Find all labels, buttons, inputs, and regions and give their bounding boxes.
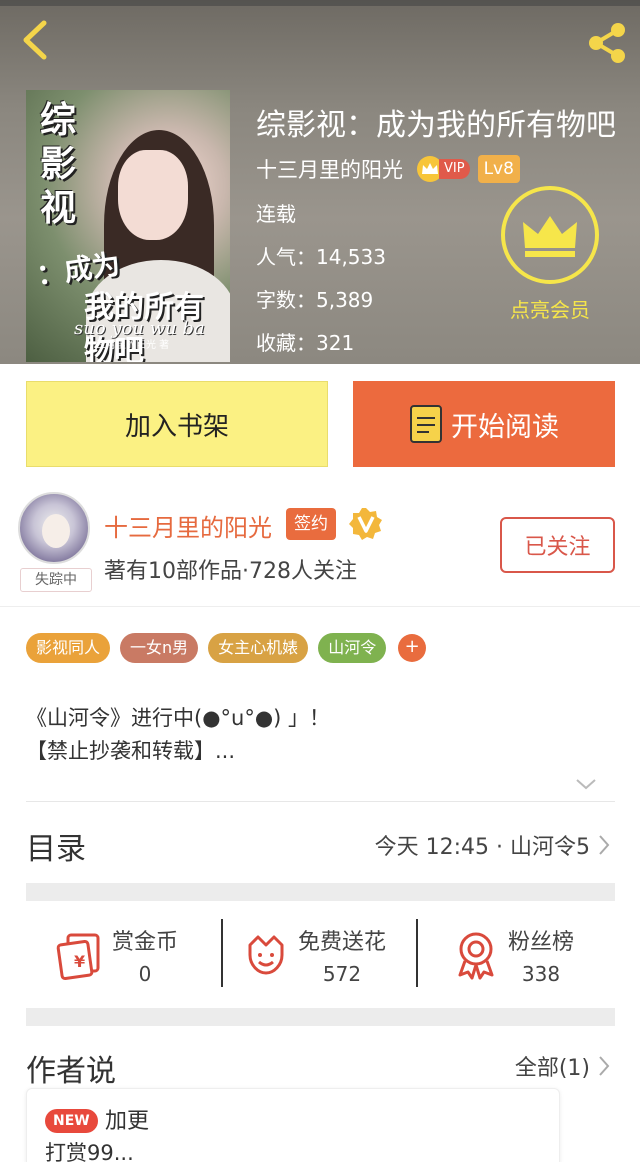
fan-ranking-label: 粉丝榜: [508, 930, 575, 955]
tag-list: 影视同人 一女n男 女主心机婊 山河令 +: [26, 633, 427, 663]
member-button[interactable]: 点亮会员: [500, 186, 600, 323]
tag-item[interactable]: 山河令: [318, 633, 387, 663]
stat-popularity-value: 14,533: [316, 245, 386, 269]
book-icon: [410, 405, 442, 443]
book-title: 综影视：成为我的所有物吧: [256, 108, 616, 143]
author-says-all-label: 全部(1): [514, 1056, 590, 1081]
coin-envelope-icon: ¥: [56, 933, 100, 981]
status-bar: [0, 0, 640, 6]
avatar: [18, 492, 90, 564]
follow-button[interactable]: 已关注: [500, 517, 615, 573]
share-icon: [589, 23, 625, 63]
catalog-latest-text: 今天 12:45 · 山河令5: [374, 835, 590, 860]
intro-line: 《山河令》进行中(●°u°●) 」！: [26, 706, 331, 730]
tag-item[interactable]: 一女n男: [120, 633, 199, 663]
flower-icon: [248, 935, 284, 975]
stat-popularity: 人气：14,533: [256, 241, 386, 270]
book-intro[interactable]: 《山河令》进行中(●°u°●) 」！ 【禁止抄袭和转载】...: [26, 702, 330, 768]
vertical-divider: [416, 919, 418, 987]
tag-item[interactable]: 影视同人: [26, 633, 111, 663]
member-label: 点亮会员: [510, 298, 590, 322]
stat-popularity-key: 人气：: [256, 245, 316, 269]
catalog-latest-chapter[interactable]: 今天 12:45 · 山河令5: [375, 829, 610, 861]
vertical-divider: [221, 919, 223, 987]
intro-line: 【禁止抄袭和转载】...: [26, 739, 236, 763]
add-to-shelf-button[interactable]: 加入书架: [26, 381, 328, 467]
fan-ranking-button[interactable]: 粉丝榜 338: [450, 915, 574, 995]
free-flowers-value: 572: [322, 962, 362, 986]
signed-badge: 签约: [286, 508, 336, 540]
cover-figure-face: [118, 150, 188, 240]
author-row: 十三月里的阳光 VIP Lv8: [256, 154, 520, 184]
tag-item[interactable]: 女主心机婊: [208, 633, 309, 663]
chevron-left-icon: [23, 20, 47, 60]
verified-icon: [349, 508, 382, 540]
author-says-card[interactable]: NEW 加更 打赏99...: [26, 1088, 560, 1162]
author-says-all-link[interactable]: 全部(1): [515, 1050, 610, 1082]
section-band: [26, 883, 615, 901]
reward-coins-value: 0: [138, 962, 152, 986]
author-avatar[interactable]: 失踪中: [18, 492, 94, 594]
stat-wordcount: 字数：5,389: [256, 284, 373, 313]
more-tags-button[interactable]: +: [398, 634, 427, 662]
reward-coins-label: 赏金币: [112, 930, 179, 955]
section-band: [26, 1008, 615, 1026]
fan-ranking-value: 338: [521, 962, 561, 986]
vip-badge: VIP: [417, 156, 470, 182]
author-says-heading: 加更: [105, 1109, 150, 1134]
catalog-title[interactable]: 目录: [26, 824, 86, 868]
new-badge: NEW: [45, 1109, 98, 1133]
chevron-right-icon: [599, 1056, 610, 1076]
vip-label: VIP: [439, 159, 470, 179]
author-info: 著有10部作品·728人关注: [104, 559, 357, 584]
expand-chevron-down-icon[interactable]: [574, 776, 598, 792]
book-header: 综影视 ：成为 我的所有物吧 suo you wu ba 十三月里的阳光 著 综…: [0, 0, 640, 364]
divider: [26, 801, 615, 802]
stat-favorites: 收藏：321: [256, 327, 354, 356]
back-button[interactable]: [14, 18, 54, 62]
cover-vertical-title: 综影视: [40, 99, 77, 229]
svg-text:¥: ¥: [74, 952, 85, 971]
stat-wordcount-key: 字数：: [256, 288, 316, 312]
share-button[interactable]: [584, 20, 630, 66]
author-name[interactable]: 十三月里的阳光: [104, 508, 272, 543]
book-cover[interactable]: 综影视 ：成为 我的所有物吧 suo you wu ba 十三月里的阳光 著: [26, 90, 230, 362]
book-status: 连载: [256, 202, 296, 226]
start-reading-button[interactable]: 开始阅读: [353, 381, 615, 467]
book-author-name[interactable]: 十三月里的阳光: [256, 154, 403, 184]
member-crown-icon: [501, 186, 599, 284]
stat-favorites-key: 收藏：: [256, 331, 316, 355]
cover-author: 十三月里的阳光 著: [86, 340, 170, 351]
author-says-body: 打赏99...: [45, 1141, 134, 1162]
medal-icon: [458, 932, 494, 980]
author-says-title: 作者说: [26, 1054, 116, 1089]
level-badge: Lv8: [477, 155, 520, 183]
support-stats-row: ¥ 赏金币 0 免费送花 572 粉丝榜 338: [26, 915, 615, 995]
divider: [0, 606, 640, 607]
free-flowers-button[interactable]: 免费送花 572: [240, 915, 386, 995]
chevron-right-icon: [599, 835, 610, 855]
stat-favorites-value: 321: [316, 331, 355, 355]
reward-coins-button[interactable]: ¥ 赏金币 0: [54, 915, 178, 995]
avatar-status-tag: 失踪中: [20, 568, 92, 592]
start-reading-label: 开始阅读: [451, 411, 559, 443]
free-flowers-label: 免费送花: [298, 930, 387, 955]
stat-wordcount-value: 5,389: [316, 288, 374, 312]
